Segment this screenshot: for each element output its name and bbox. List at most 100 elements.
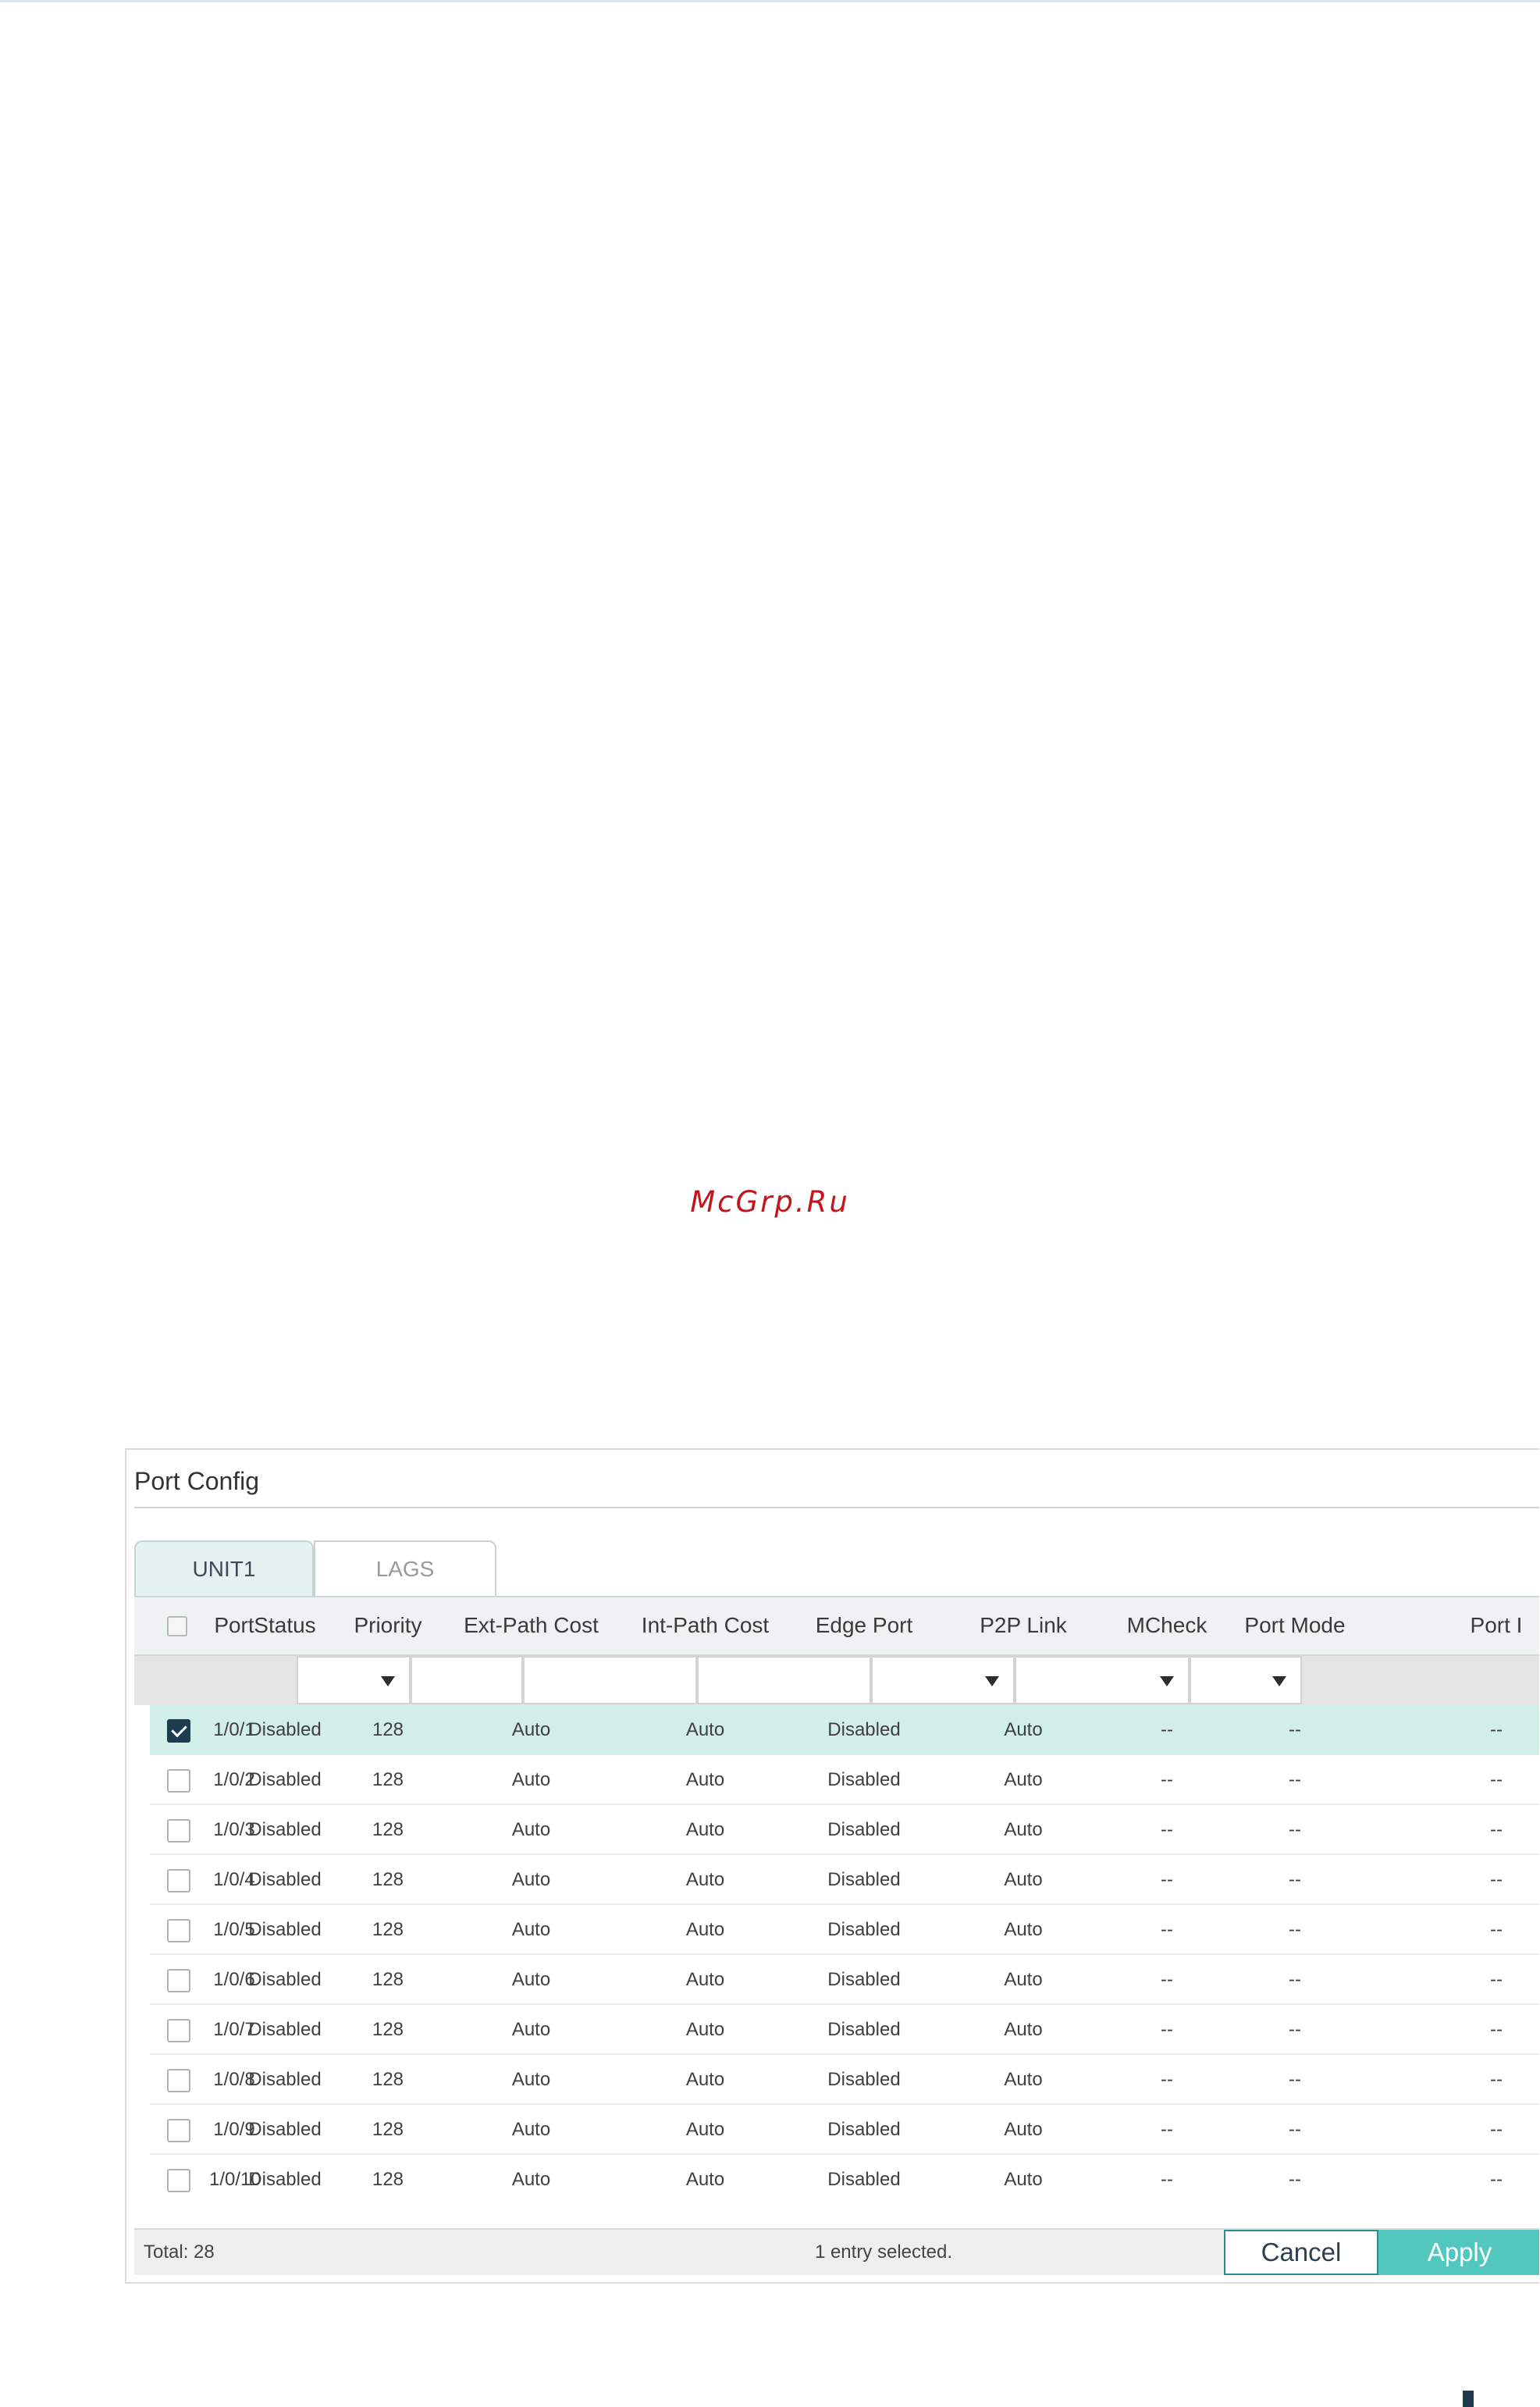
edge-port-filter-select[interactable] <box>871 1656 1015 1704</box>
priority-cell: 128 <box>372 2069 404 2090</box>
column-header-int-path-cost: Int-Path Cost <box>641 1613 770 1637</box>
chevron-down-icon <box>985 1676 999 1686</box>
mcheck-cell: -- <box>1161 2169 1173 2190</box>
row-checkbox[interactable] <box>167 2169 190 2192</box>
status-filter-select[interactable] <box>297 1656 411 1704</box>
ext-path-cost-cell: Auto <box>511 1719 551 1740</box>
mcheck-cell: -- <box>1161 1719 1173 1740</box>
table-row[interactable]: 1/0/4 Disabled 128 Auto Auto Disabled Auto -- --… <box>150 1855 1539 1905</box>
ext-path-cost-cell: Auto <box>511 1969 551 1990</box>
port-extra-cell: -- <box>1490 2019 1503 2040</box>
apply-button[interactable]: Apply <box>1378 2230 1539 2275</box>
row-checkbox[interactable] <box>167 1719 190 1743</box>
edge-port-cell: Disabled <box>827 2069 901 2090</box>
tab-unit1[interactable]: UNIT1 <box>134 1540 314 1597</box>
int-path-cost-cell: Auto <box>685 2069 725 2090</box>
port-table: Port Status Priority Ext-Path Cost Int-P… <box>134 1596 1539 2197</box>
int-path-cost-cell: Auto <box>685 1969 725 1990</box>
port-mode-cell: -- <box>1289 2019 1301 2040</box>
ext-path-cost-cell: Auto <box>511 1869 551 1890</box>
ext-path-cost-cell: Auto <box>511 2019 551 2040</box>
int-path-cost-filter-input[interactable] <box>697 1656 871 1704</box>
column-header-port-extra: Port I <box>1470 1613 1523 1637</box>
edge-port-cell: Disabled <box>827 1969 901 1990</box>
port-mode-cell: -- <box>1289 1919 1301 1940</box>
filter-row <box>134 1654 1539 1706</box>
ext-path-cost-filter-input[interactable] <box>523 1656 697 1704</box>
row-checkbox[interactable] <box>167 1819 190 1843</box>
row-checkbox[interactable] <box>167 1869 190 1892</box>
ext-path-cost-cell: Auto <box>511 1769 551 1790</box>
int-path-cost-cell: Auto <box>685 2119 725 2140</box>
table-row[interactable]: 1/0/8 Disabled 128 Auto Auto Disabled Auto -- --… <box>150 2055 1539 2105</box>
column-header-edge-port: Edge Port <box>815 1613 913 1637</box>
port-extra-cell: -- <box>1490 1919 1503 1940</box>
table-row[interactable]: 1/0/2 Disabled 128 Auto Auto Disabled Auto -- --… <box>150 1755 1539 1805</box>
int-path-cost-cell: Auto <box>685 1769 725 1790</box>
edge-port-cell: Disabled <box>827 2169 901 2190</box>
column-header-mcheck: MCheck <box>1126 1613 1207 1637</box>
mcheck-cell: -- <box>1161 1869 1173 1890</box>
port-mode-cell: -- <box>1289 1719 1301 1740</box>
table-row[interactable]: 1/0/9 Disabled 128 Auto Auto Disabled Auto -- --… <box>150 2105 1539 2155</box>
select-all-checkbox[interactable] <box>167 1616 187 1636</box>
p2p-link-filter-select[interactable] <box>1015 1656 1190 1704</box>
port-extra-cell: -- <box>1490 2069 1503 2090</box>
cancel-button[interactable]: Cancel <box>1224 2230 1378 2275</box>
port-mode-cell: -- <box>1289 2169 1301 2190</box>
int-path-cost-cell: Auto <box>685 1719 725 1740</box>
table-row[interactable]: 1/0/5 Disabled 128 Auto Auto Disabled Auto -- --… <box>150 1905 1539 1955</box>
port-config-panel: Port Config UNIT1 LAGS Port Status Prior… <box>125 1448 1539 2284</box>
top-border <box>0 0 1540 2</box>
table-row[interactable]: 1/0/3 Disabled 128 Auto Auto Disabled Auto -- --… <box>150 1805 1539 1855</box>
p2p-link-cell: Auto <box>1004 2169 1043 2190</box>
int-path-cost-cell: Auto <box>685 2169 725 2190</box>
table-row[interactable]: 1/0/1 Disabled 128 Auto Auto Disabled Auto -- --… <box>150 1705 1539 1755</box>
priority-cell: 128 <box>372 2019 404 2040</box>
row-checkbox[interactable] <box>167 1919 190 1942</box>
table-footer: Total: 28 1 entry selected. Cancel Apply <box>134 2228 1539 2275</box>
priority-cell: 128 <box>372 1719 404 1740</box>
port-extra-cell: -- <box>1490 1969 1503 1990</box>
chevron-down-icon <box>1160 1676 1174 1686</box>
port-extra-cell: -- <box>1490 1869 1503 1890</box>
tab-lags[interactable]: LAGS <box>314 1540 496 1597</box>
mcheck-cell: -- <box>1161 1919 1173 1940</box>
ext-path-cost-cell: Auto <box>511 1819 551 1840</box>
priority-cell: 128 <box>372 1969 404 1990</box>
table-row[interactable]: 1/0/6 Disabled 128 Auto Auto Disabled Auto -- --… <box>150 1955 1539 2005</box>
selection-status: 1 entry selected. <box>814 2241 953 2263</box>
port-extra-cell: -- <box>1490 2169 1503 2190</box>
port-mode-cell: -- <box>1289 1769 1301 1790</box>
priority-cell: 128 <box>372 1919 404 1940</box>
table-row[interactable]: 1/0/10 Disabled 128 Auto Auto Disabled Auto -- -… <box>150 2155 1539 2197</box>
p2p-link-cell: Auto <box>1004 1869 1043 1890</box>
row-checkbox[interactable] <box>167 1969 190 1992</box>
row-checkbox[interactable] <box>167 1769 190 1793</box>
table-row[interactable]: 1/0/7 Disabled 128 Auto Auto Disabled Auto -- --… <box>150 2005 1539 2055</box>
port-extra-cell: -- <box>1490 2119 1503 2140</box>
panel-title: Port Config <box>134 1467 260 1495</box>
mcheck-filter-select[interactable] <box>1190 1656 1302 1704</box>
port-mode-cell: -- <box>1289 1869 1301 1890</box>
p2p-link-cell: Auto <box>1004 2069 1043 2090</box>
row-checkbox[interactable] <box>167 2069 190 2092</box>
priority-cell: 128 <box>372 1869 404 1890</box>
row-checkbox[interactable] <box>167 2119 190 2142</box>
column-header-ext-path-cost: Ext-Path Cost <box>464 1613 599 1637</box>
mcheck-cell: -- <box>1161 1819 1173 1840</box>
row-checkbox[interactable] <box>167 2019 190 2042</box>
edge-port-cell: Disabled <box>827 1769 901 1790</box>
column-header-priority: Priority <box>354 1613 422 1637</box>
mcheck-cell: -- <box>1161 2019 1173 2040</box>
priority-cell: 128 <box>372 1819 404 1840</box>
ext-path-cost-cell: Auto <box>511 2119 551 2140</box>
edge-port-cell: Disabled <box>827 1719 901 1740</box>
p2p-link-cell: Auto <box>1004 1819 1043 1840</box>
edge-port-cell: Disabled <box>827 2019 901 2040</box>
priority-filter-input[interactable] <box>411 1656 523 1704</box>
int-path-cost-cell: Auto <box>685 1919 725 1940</box>
p2p-link-cell: Auto <box>1004 2119 1043 2140</box>
p2p-link-cell: Auto <box>1004 1919 1043 1940</box>
edge-port-cell: Disabled <box>827 1869 901 1890</box>
